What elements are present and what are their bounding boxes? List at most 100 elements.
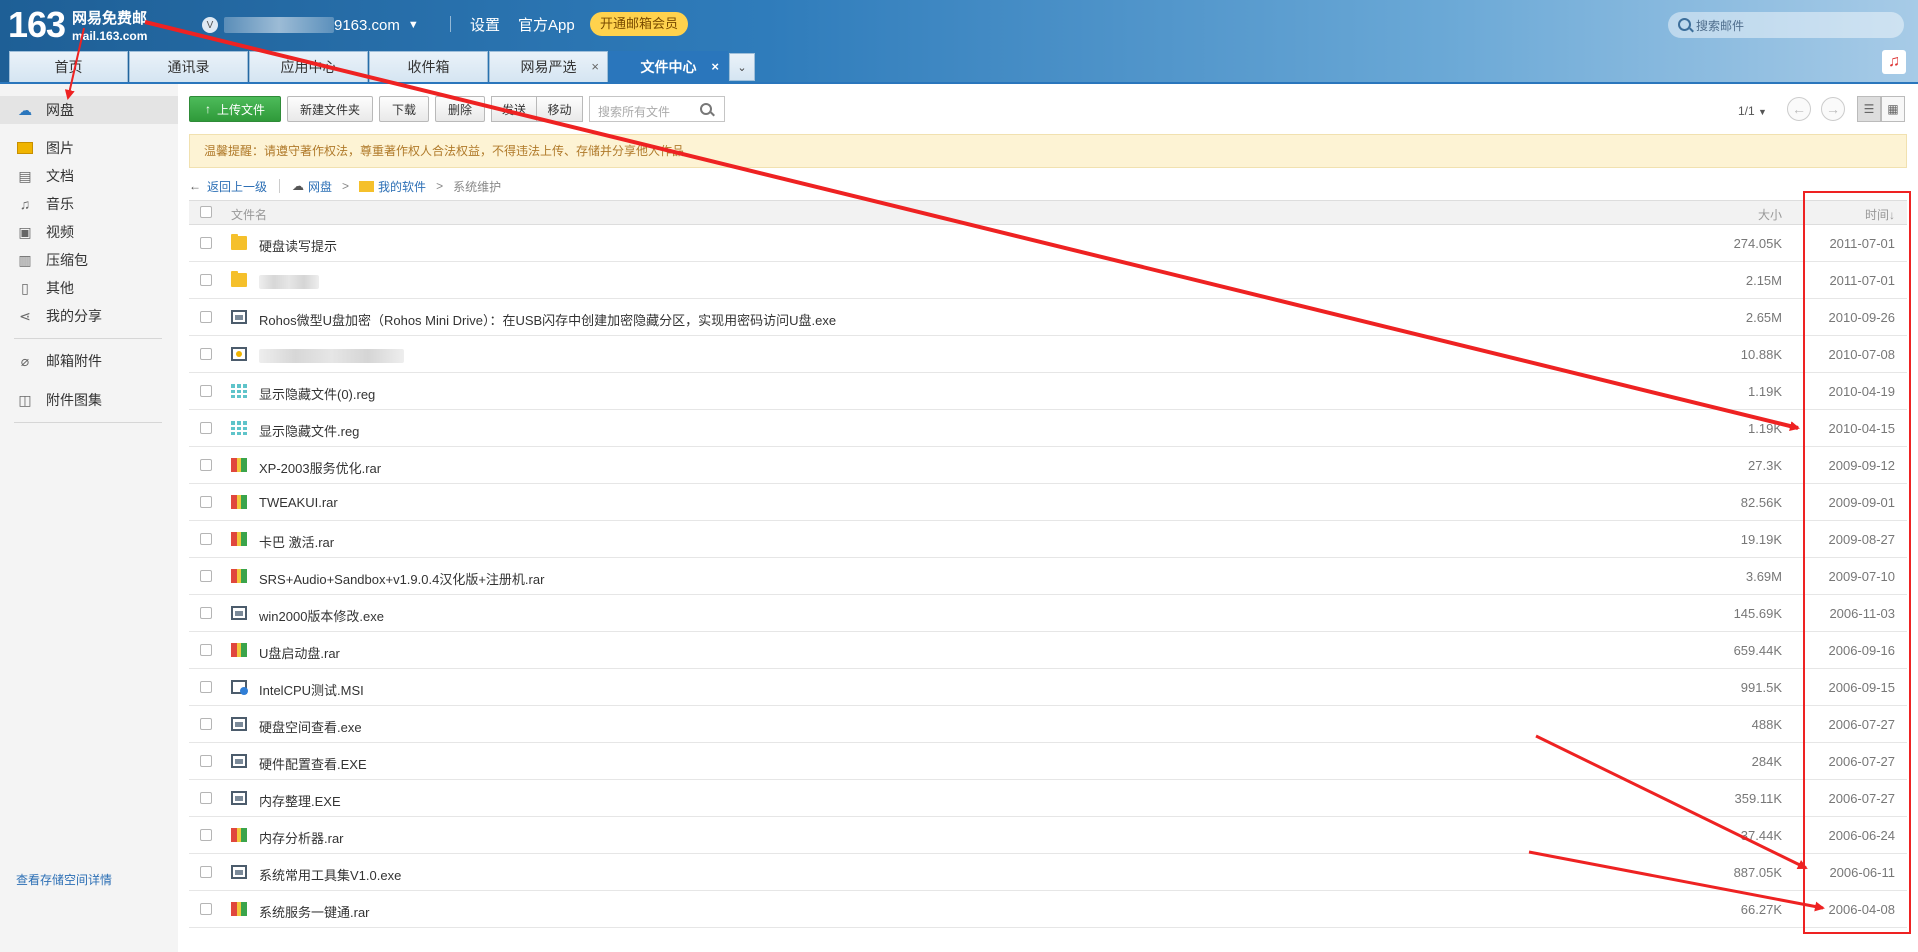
table-row[interactable]: 内存整理.EXE 359.11K 2006-07-27 [189, 780, 1907, 817]
file-name[interactable]: 系统常用工具集V1.0.exe [259, 865, 401, 884]
file-name[interactable]: TWEAKUI.rar [259, 495, 338, 510]
close-icon[interactable]: × [711, 59, 719, 74]
file-name[interactable]: 卡巴 激活.rar [259, 532, 334, 551]
sidebar-item-video[interactable]: ▣ 视频 [0, 218, 178, 246]
file-name[interactable]: 硬盘空间查看.exe [259, 717, 362, 736]
sidebar-item-my-share[interactable]: ⋖ 我的分享 [0, 302, 178, 330]
row-checkbox[interactable] [200, 607, 212, 619]
sidebar-item-images[interactable]: 图片 [0, 134, 178, 162]
column-time[interactable]: 时间↓ [1865, 206, 1895, 223]
table-row[interactable]: 卡巴 激活.rar 19.19K 2009-08-27 [189, 521, 1907, 558]
table-row[interactable]: 硬盘读写提示 274.05K 2011-07-01 [189, 225, 1907, 262]
table-row[interactable]: 硬件配置查看.EXE 284K 2006-07-27 [189, 743, 1907, 780]
music-icon[interactable]: ♫ [1882, 50, 1906, 74]
tab-home[interactable]: 首页 [9, 51, 128, 82]
file-name[interactable]: Rohos微型U盘加密（Rohos Mini Drive）：在USB闪存中创建加… [259, 310, 836, 329]
grid-view-button[interactable]: ▦ [1881, 96, 1905, 122]
table-row[interactable]: 内存分析器.rar 37.44K 2006-06-24 [189, 817, 1907, 854]
file-name[interactable]: 硬件配置查看.EXE [259, 754, 367, 773]
delete-button[interactable]: 删除 [435, 96, 485, 122]
download-button[interactable]: 下载 [379, 96, 429, 122]
row-checkbox[interactable] [200, 792, 212, 804]
file-name[interactable]: 显示隐藏文件(0).reg [259, 384, 375, 403]
sidebar-item-archives[interactable]: ▥ 压缩包 [0, 246, 178, 274]
file-name[interactable]: 系统服务一键通.rar [259, 902, 370, 921]
table-row[interactable]: 显示隐藏文件.reg 1.19K 2010-04-15 [189, 410, 1907, 447]
file-search-input[interactable]: 搜索所有文件 [589, 96, 725, 122]
tabs-more-button[interactable]: ⌄ [729, 53, 755, 81]
table-row[interactable]: 10.88K 2010-07-08 [189, 336, 1907, 373]
table-row[interactable]: win2000版本修改.exe 145.69K 2006-11-03 [189, 595, 1907, 632]
back-link[interactable]: 返回上一级 [207, 178, 267, 195]
row-checkbox[interactable] [200, 570, 212, 582]
row-checkbox[interactable] [200, 459, 212, 471]
table-row[interactable]: 显示隐藏文件(0).reg 1.19K 2010-04-19 [189, 373, 1907, 410]
row-checkbox[interactable] [200, 348, 212, 360]
official-app-link[interactable]: 官方App [518, 14, 575, 35]
table-row[interactable]: SRS+Audio+Sandbox+v1.9.0.4汉化版+注册机.rar 3.6… [189, 558, 1907, 595]
mail-search-input[interactable]: 搜索邮件 [1668, 12, 1904, 38]
file-name[interactable]: XP-2003服务优化.rar [259, 458, 381, 477]
page-indicator[interactable]: 1/1 ▼ [1738, 104, 1767, 118]
row-checkbox[interactable] [200, 681, 212, 693]
list-view-button[interactable]: ☰ [1857, 96, 1881, 122]
table-row[interactable]: 系统常用工具集V1.0.exe 887.05K 2006-06-11 [189, 854, 1907, 891]
row-checkbox[interactable] [200, 755, 212, 767]
column-name[interactable]: 文件名 [231, 206, 267, 223]
table-row[interactable]: U盘启动盘.rar 659.44K 2006-09-16 [189, 632, 1907, 669]
settings-link[interactable]: 设置 [470, 14, 500, 35]
upload-button[interactable]: ↑ 上传文件 [189, 96, 281, 122]
file-name[interactable]: 硬盘读写提示 [259, 236, 337, 255]
row-checkbox[interactable] [200, 311, 212, 323]
table-row[interactable]: XP-2003服务优化.rar 27.3K 2009-09-12 [189, 447, 1907, 484]
sidebar-item-mail-attachments[interactable]: ⌀ 邮箱附件 [0, 347, 178, 375]
move-button[interactable]: 移动 [537, 96, 583, 122]
row-checkbox[interactable] [200, 866, 212, 878]
file-name[interactable]: win2000版本修改.exe [259, 606, 384, 625]
breadcrumb-folder[interactable]: 我的软件 [378, 178, 426, 195]
breadcrumb-root[interactable]: 网盘 [308, 178, 332, 195]
file-name[interactable]: 内存整理.EXE [259, 791, 341, 810]
sidebar-item-attachment-gallery[interactable]: ◫ 附件图集 [0, 386, 178, 414]
file-name[interactable]: IntelCPU测试.MSI [259, 680, 364, 699]
close-icon[interactable]: × [591, 59, 599, 74]
file-name[interactable]: 内存分析器.rar [259, 828, 344, 847]
column-size[interactable]: 大小 [1758, 206, 1782, 223]
tab-app-center[interactable]: 应用中心 [249, 51, 368, 82]
sidebar-item-netdisk[interactable]: ☁ 网盘 [0, 96, 178, 124]
row-checkbox[interactable] [200, 274, 212, 286]
file-name[interactable]: U盘启动盘.rar [259, 643, 340, 662]
table-row[interactable]: 2.15M 2011-07-01 [189, 262, 1907, 299]
row-checkbox[interactable] [200, 903, 212, 915]
row-checkbox[interactable] [200, 829, 212, 841]
sidebar-item-documents[interactable]: ▤ 文档 [0, 162, 178, 190]
row-checkbox[interactable] [200, 644, 212, 656]
tab-contacts[interactable]: 通讯录 [129, 51, 248, 82]
select-all-checkbox[interactable] [200, 206, 212, 218]
new-folder-button[interactable]: 新建文件夹 [287, 96, 373, 122]
row-checkbox[interactable] [200, 496, 212, 508]
tab-yanxuan[interactable]: 网易严选 × [489, 51, 608, 82]
file-name[interactable] [259, 273, 319, 289]
file-name[interactable] [259, 347, 404, 363]
account-menu[interactable]: V 9163.com ▼ [202, 14, 419, 36]
prev-page-button[interactable]: ← [1787, 97, 1811, 121]
send-button[interactable]: 发送 [491, 96, 537, 122]
tab-file-center[interactable]: 文件中心 × [609, 51, 728, 82]
logo-text[interactable]: 网易免费邮 [72, 10, 147, 27]
table-row[interactable]: 系统服务一键通.rar 66.27K 2006-04-08 [189, 891, 1907, 928]
file-name[interactable]: 显示隐藏文件.reg [259, 421, 359, 440]
table-row[interactable]: 硬盘空间查看.exe 488K 2006-07-27 [189, 706, 1907, 743]
table-row[interactable]: TWEAKUI.rar 82.56K 2009-09-01 [189, 484, 1907, 521]
row-checkbox[interactable] [200, 237, 212, 249]
file-name[interactable]: SRS+Audio+Sandbox+v1.9.0.4汉化版+注册机.rar [259, 569, 544, 588]
table-row[interactable]: IntelCPU测试.MSI 991.5K 2006-09-15 [189, 669, 1907, 706]
row-checkbox[interactable] [200, 422, 212, 434]
row-checkbox[interactable] [200, 533, 212, 545]
table-row[interactable]: Rohos微型U盘加密（Rohos Mini Drive）：在USB闪存中创建加… [189, 299, 1907, 336]
tab-inbox[interactable]: 收件箱 [369, 51, 488, 82]
sidebar-item-other[interactable]: ▯ 其他 [0, 274, 178, 302]
logo-number[interactable]: 163 [8, 4, 66, 46]
next-page-button[interactable]: → [1821, 97, 1845, 121]
sidebar-item-music[interactable]: ♫ 音乐 [0, 190, 178, 218]
